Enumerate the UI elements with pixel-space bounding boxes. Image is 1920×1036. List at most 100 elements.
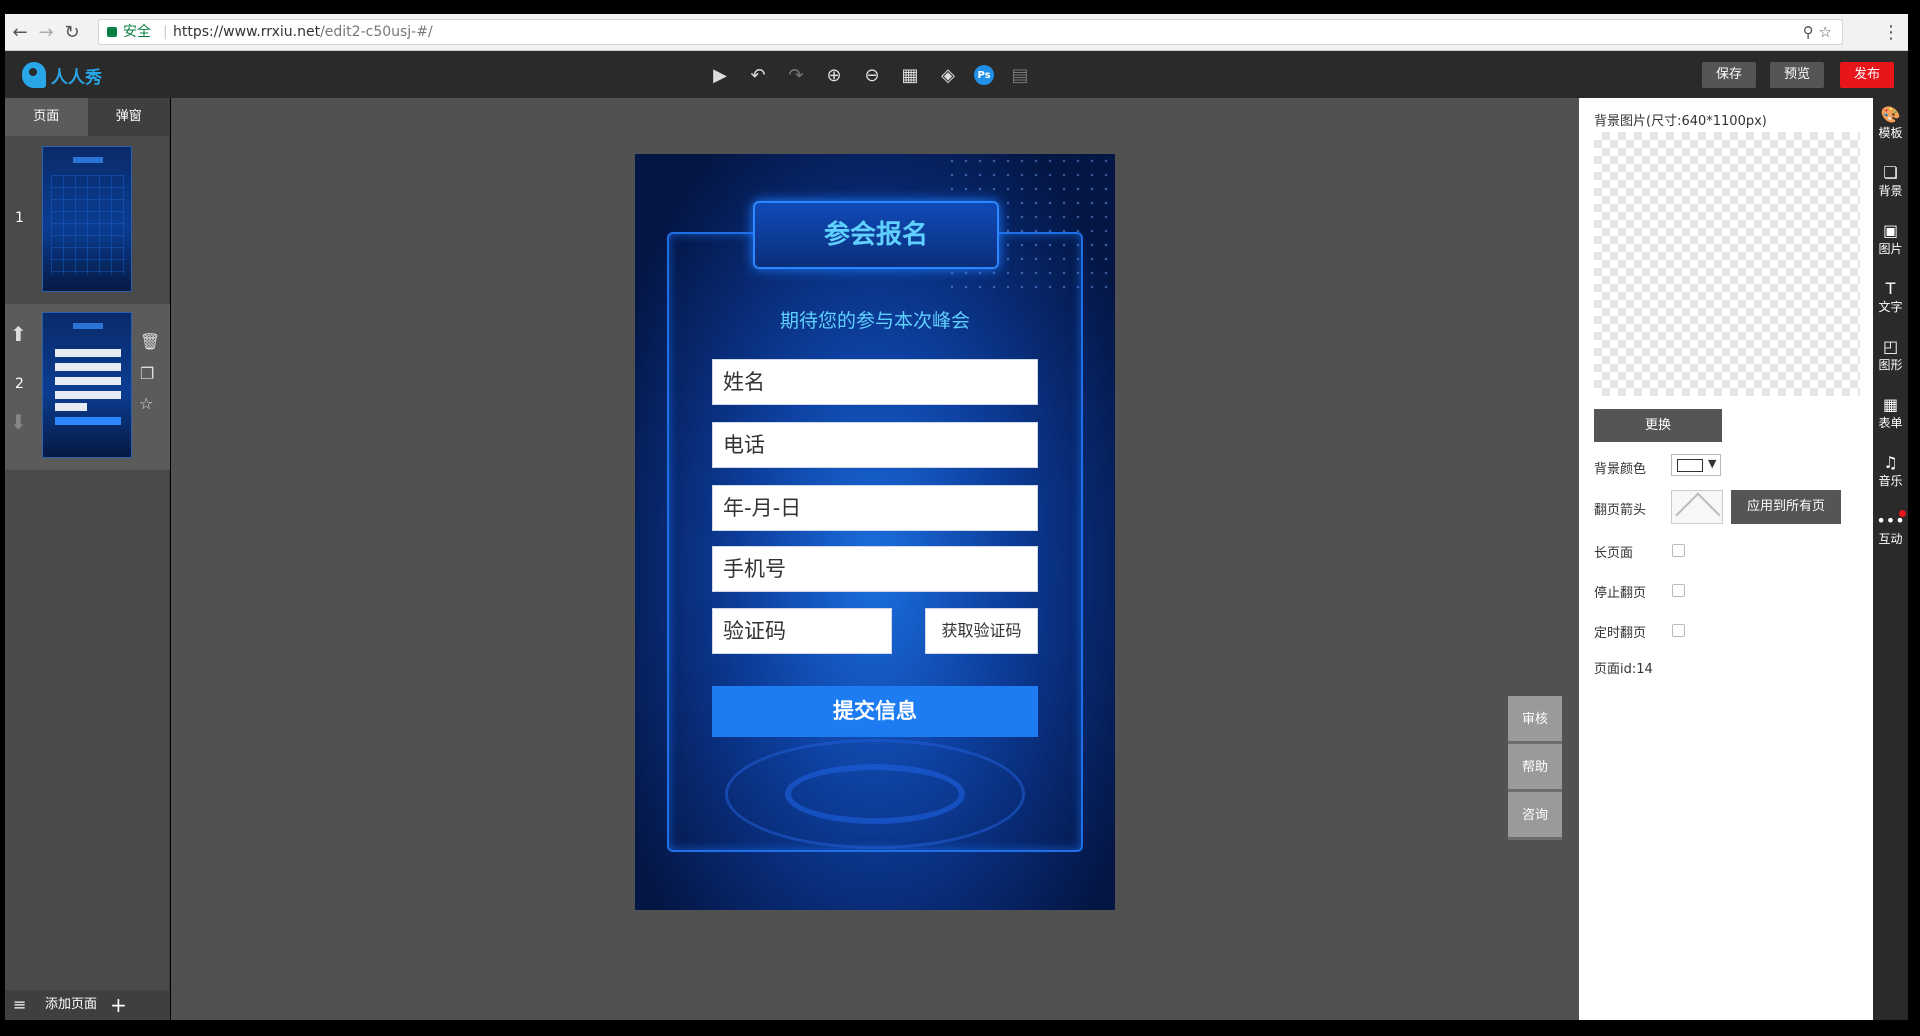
submit-button[interactable]: 提交信息 [712, 686, 1038, 737]
copy-icon[interactable]: ❐ [140, 364, 154, 383]
publish-button[interactable]: 发布 [1840, 62, 1894, 88]
long-page-checkbox[interactable] [1672, 544, 1685, 557]
redo-icon[interactable]: ↷ [784, 63, 808, 87]
image-tab[interactable]: ▣ 图片 [1873, 222, 1908, 257]
stop-flip-checkbox[interactable] [1672, 584, 1685, 597]
code-field[interactable]: 验证码 [712, 608, 892, 654]
mobile-field[interactable]: 手机号 [712, 546, 1038, 592]
zoom-out-icon[interactable]: ⊖ [860, 63, 884, 87]
browser-menu-icon[interactable]: ⋮ [1882, 22, 1900, 43]
component-strip: 🎨 模板 ❏ 背景 ▣ 图片 T 文字 ◰ 图形 ▦ 表单 ♫ 音乐 ••• 互动 [1873, 98, 1908, 1020]
text-tab[interactable]: T 文字 [1873, 280, 1908, 315]
grid-icon[interactable]: ▦ [898, 63, 922, 87]
thumb-field [55, 349, 121, 357]
bg-image-label: 背景图片(尺寸:640*1100px) [1594, 114, 1767, 129]
panel-tabs: 页面 弹窗 [5, 98, 170, 136]
review-button[interactable]: 审核 [1508, 696, 1562, 744]
apply-all-button[interactable]: 应用到所有页 [1731, 490, 1841, 524]
layers-icon[interactable]: ◈ [936, 63, 960, 87]
app-topbar: 人人秀 ▶ ↶ ↷ ⊕ ⊖ ▦ ◈ Ps ▤ 保存 预览 发布 [5, 51, 1908, 98]
help-button[interactable]: 帮助 [1508, 744, 1562, 792]
page-panel: 页面 弹窗 1 ⬆ 2 ⬇ 🗑 ❐ ☆ ≡ 添加页面 + [5, 98, 170, 1020]
strip-label: 图形 [1878, 358, 1903, 372]
replace-button[interactable]: 更换 [1594, 409, 1722, 442]
shape-tab[interactable]: ◰ 图形 [1873, 338, 1908, 373]
secure-label: 安全 [123, 24, 151, 40]
bookmark-star-icon[interactable]: ⚲ ☆ [1803, 20, 1832, 44]
canvas-area: 参会报名 期待您的参与本次峰会 姓名 电话 年-月-日 手机号 验证码 获取验证… [171, 98, 1579, 1020]
bg-color-picker[interactable]: ▼ [1671, 454, 1721, 476]
screen: ← → ↻ 安全 | https://www.rrxiu.net/edit2-c… [0, 0, 1920, 1036]
logo: 人人秀 [22, 61, 102, 89]
music-tab[interactable]: ♫ 音乐 [1873, 454, 1908, 489]
thumb-title [73, 157, 103, 163]
menu-icon[interactable]: ≡ [13, 990, 26, 1020]
reload-icon[interactable]: ↻ [61, 22, 83, 44]
caret-down-icon: ▼ [1708, 457, 1717, 470]
get-code-button[interactable]: 获取验证码 [925, 608, 1038, 654]
thumb-button [55, 417, 121, 425]
template-tab[interactable]: 🎨 模板 [1873, 106, 1908, 141]
thumb-field [55, 377, 121, 385]
settings-panel: 背景图片(尺寸:640*1100px) 更换 背景颜色 ▼ 翻页箭头 应用到所有… [1579, 98, 1873, 1020]
bg-image-preview[interactable] [1594, 132, 1860, 396]
page-thumbnail[interactable] [42, 146, 132, 292]
thumb-field [55, 403, 87, 411]
image-icon: ▣ [1882, 221, 1899, 240]
page-id-label: 页面id:14 [1594, 662, 1653, 677]
phone-field[interactable]: 电话 [712, 422, 1038, 468]
logo-mark-icon [22, 62, 46, 88]
back-icon[interactable]: ← [9, 22, 31, 44]
strip-label: 表单 [1878, 416, 1903, 430]
add-page-label[interactable]: 添加页面 [45, 990, 97, 1020]
name-field[interactable]: 姓名 [712, 359, 1038, 405]
add-page-icon[interactable]: + [110, 990, 127, 1020]
long-page-label: 长页面 [1594, 546, 1634, 561]
page-number: 2 [15, 376, 24, 392]
page-arrow-preview[interactable] [1671, 490, 1723, 524]
move-up-icon[interactable]: ⬆ [10, 322, 27, 346]
page-canvas[interactable]: 参会报名 期待您的参与本次峰会 姓名 电话 年-月-日 手机号 验证码 获取验证… [635, 154, 1115, 910]
star-icon[interactable]: ☆ [139, 394, 153, 413]
consult-button[interactable]: 咨询 [1508, 792, 1562, 840]
delete-icon[interactable]: 🗑 [140, 332, 160, 351]
form-title: 参会报名 [823, 220, 928, 250]
page-thumbnail[interactable] [42, 312, 132, 458]
url-domain: https://www.rrxiu.net [173, 24, 321, 40]
play-icon[interactable]: ▶ [708, 63, 732, 87]
page-item-2[interactable]: ⬆ 2 ⬇ 🗑 ❐ ☆ [5, 304, 170, 470]
timed-flip-checkbox[interactable] [1672, 624, 1685, 637]
logo-text: 人人秀 [51, 67, 102, 88]
strip-label: 模板 [1878, 126, 1903, 140]
undo-icon[interactable]: ↶ [746, 63, 770, 87]
table-icon: ▦ [1882, 395, 1899, 414]
background-tab[interactable]: ❏ 背景 [1873, 164, 1908, 199]
interaction-tab[interactable]: ••• 互动 [1873, 512, 1908, 547]
strip-label: 互动 [1878, 532, 1903, 546]
forward-icon[interactable]: → [35, 22, 57, 44]
page-number: 1 [15, 210, 24, 226]
form-tab[interactable]: ▦ 表单 [1873, 396, 1908, 431]
strip-label: 图片 [1878, 242, 1903, 256]
date-field[interactable]: 年-月-日 [712, 485, 1038, 531]
music-icon: ♫ [1883, 453, 1898, 472]
title-plate[interactable]: 参会报名 [753, 201, 999, 269]
url-text: https://www.rrxiu.net/edit2-c50usj-#/ [173, 20, 433, 44]
address-bar[interactable]: 安全 | https://www.rrxiu.net/edit2-c50usj-… [98, 19, 1843, 45]
ps-icon[interactable]: Ps [974, 65, 994, 85]
form-subtitle[interactable]: 期待您的参与本次峰会 [635, 306, 1115, 333]
page-panel-footer: ≡ 添加页面 + [5, 990, 170, 1020]
zoom-in-icon[interactable]: ⊕ [822, 63, 846, 87]
move-down-icon[interactable]: ⬇ [10, 410, 27, 434]
palette-icon: 🎨 [1880, 105, 1901, 124]
page-item-1[interactable]: 1 [5, 138, 170, 304]
tab-pages[interactable]: 页面 [5, 98, 88, 136]
bg-color-label: 背景颜色 [1594, 462, 1647, 477]
thumb-title [73, 323, 103, 329]
side-tools: 审核 帮助 咨询 [1508, 696, 1562, 840]
thumb-grid [51, 175, 125, 275]
align-icon[interactable]: ▤ [1008, 63, 1032, 87]
preview-button[interactable]: 预览 [1770, 62, 1824, 88]
save-button[interactable]: 保存 [1702, 62, 1756, 88]
tab-popups[interactable]: 弹窗 [87, 98, 170, 136]
